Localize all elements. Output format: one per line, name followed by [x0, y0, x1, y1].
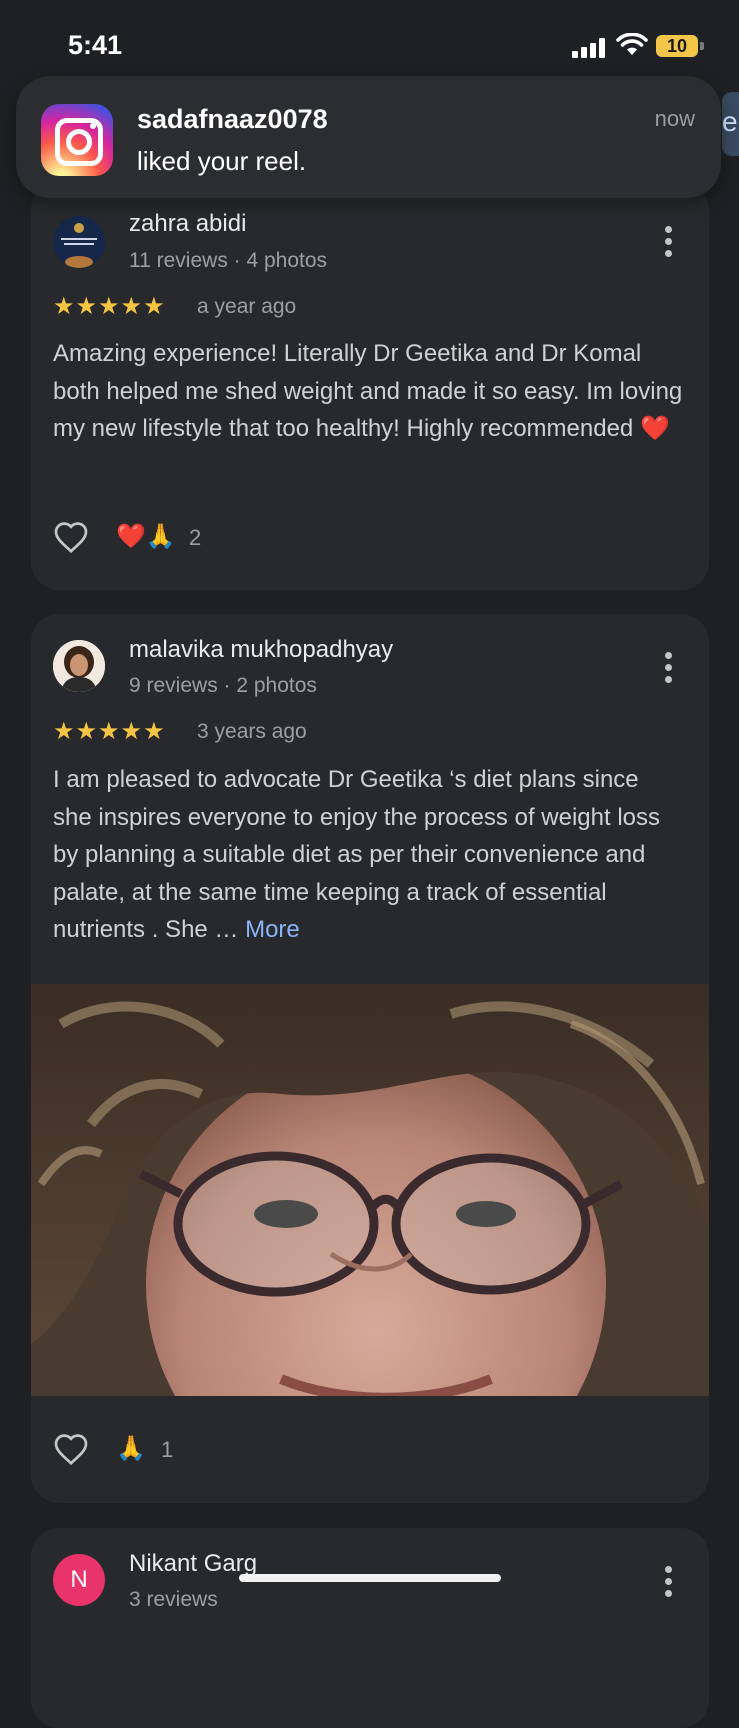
reviewer-meta: 3 reviews — [129, 1588, 218, 1611]
review-card: zahra abidi 11 reviews · 4 photos ★★★★★ … — [31, 182, 709, 590]
home-indicator[interactable] — [239, 1574, 501, 1582]
review-text: I am pleased to advocate Dr Geetika ‘s d… — [53, 761, 683, 949]
notification-title: sadafnaaz0078 — [137, 104, 328, 134]
battery-level: 10 — [666, 36, 688, 56]
avatar-image — [53, 216, 105, 268]
instagram-icon — [41, 104, 113, 176]
review-date: a year ago — [197, 295, 297, 318]
reviewer-meta: 11 reviews · 4 photos — [129, 249, 328, 272]
reaction-count: 2 — [189, 525, 202, 550]
battery-tip — [700, 42, 704, 50]
reaction-count: 1 — [161, 1437, 174, 1462]
underlying-chip-label: er — [722, 106, 739, 137]
star-rating: ★★★★★ — [53, 718, 166, 745]
reviewer-meta: 9 reviews · 2 photos — [129, 674, 317, 697]
battery-icon: 10 — [656, 35, 698, 57]
review-date: 3 years ago — [197, 720, 307, 743]
status-time: 5:41 — [68, 30, 123, 60]
review-photo[interactable] — [31, 984, 709, 1396]
like-heart-icon[interactable] — [53, 520, 89, 554]
reviewer-name[interactable]: Nikant Garg — [129, 1550, 257, 1578]
more-options-icon[interactable] — [665, 652, 673, 688]
wifi-icon — [616, 33, 648, 55]
avatar[interactable] — [53, 640, 105, 692]
avatar-image — [53, 640, 105, 692]
notification-time: now — [654, 106, 695, 131]
more-options-icon[interactable] — [665, 226, 673, 262]
reviewer-name[interactable]: malavika mukhopadhyay — [129, 636, 393, 664]
review-card: N Nikant Garg 3 reviews — [31, 1528, 709, 1728]
avatar[interactable] — [53, 216, 105, 268]
review-text-body: I am pleased to advocate Dr Geetika ‘s d… — [53, 766, 660, 943]
reviewer-name[interactable]: zahra abidi — [129, 210, 246, 238]
star-rating: ★★★★★ — [53, 293, 166, 320]
avatar-initial: N — [70, 1566, 88, 1593]
like-heart-icon[interactable] — [53, 1432, 89, 1466]
reaction-emojis[interactable]: 🙏 — [116, 1434, 146, 1463]
reaction-emojis[interactable]: ❤️🙏 — [116, 522, 176, 551]
avatar[interactable]: N — [53, 1554, 105, 1606]
cellular-signal-icon — [572, 38, 606, 58]
instagram-notification-banner[interactable]: sadafnaaz0078 liked your reel. now — [16, 76, 721, 198]
notification-body: liked your reel. — [137, 146, 307, 176]
underlying-chip[interactable]: er — [722, 92, 739, 156]
review-photo-image — [31, 984, 709, 1396]
review-card: malavika mukhopadhyay 9 reviews · 2 phot… — [31, 614, 709, 1503]
more-options-icon[interactable] — [665, 1566, 673, 1602]
review-text: Amazing experience! Literally Dr Geetika… — [53, 340, 683, 442]
more-link[interactable]: More — [245, 916, 300, 943]
